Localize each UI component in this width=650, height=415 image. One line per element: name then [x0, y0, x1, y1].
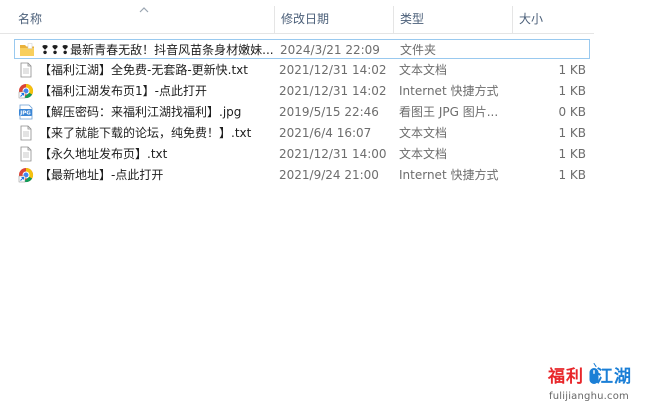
jpg-image-icon: JPG: [19, 104, 33, 120]
file-size: 1 KB: [558, 84, 586, 98]
file-type: 文本文档: [399, 147, 448, 161]
file-row-folder[interactable]: ❢❢❢最新青春无敌！抖音风苗条身材嫩妹... 2024/3/21 22:09 文…: [14, 39, 590, 59]
column-header-type[interactable]: 类型: [393, 6, 511, 33]
file-type: 文本文档: [399, 63, 448, 77]
svg-text:JPG: JPG: [19, 111, 31, 117]
file-row-shortcut[interactable]: 【福利江湖发布页1】-点此打开 2021/12/31 14:02 Interne…: [14, 81, 590, 101]
text-file-icon: [20, 62, 32, 78]
file-date: 2021/12/31 14:02: [279, 84, 387, 98]
watermark-part2: 江湖: [596, 367, 632, 387]
file-name: 【解压密码：来福利江湖找福利】.jpg: [39, 105, 242, 119]
file-type: 看图王 JPG 图片...: [399, 105, 499, 119]
file-row-txt[interactable]: 【来了就能下载的论坛，纯免费！】.txt 2021/6/4 16:07 文本文档…: [14, 123, 590, 143]
file-row-shortcut[interactable]: 【最新地址】-点此打开 2021/9/24 21:00 Internet 快捷方…: [14, 165, 590, 185]
file-type: Internet 快捷方式: [399, 168, 499, 182]
file-row-jpg[interactable]: JPG 【解压密码：来福利江湖找福利】.jpg 2019/5/15 22:46 …: [14, 102, 590, 122]
file-type: 文本文档: [399, 126, 448, 140]
file-size: 1 KB: [558, 147, 586, 161]
watermark-part1: 福利: [548, 367, 584, 387]
watermark-logo: 福利 江湖 fulijianghu.com: [548, 362, 640, 410]
file-name: 【福利江湖】全免费-无套路-更新快.txt: [39, 63, 248, 77]
watermark-url: fulijianghu.com: [549, 391, 629, 402]
file-row-txt[interactable]: 【永久地址发布页】.txt 2021/12/31 14:00 文本文档 1 KB: [14, 144, 590, 164]
file-date: 2024/3/21 22:09: [280, 43, 380, 57]
text-file-icon: [20, 146, 32, 162]
file-name: 【来了就能下载的论坛，纯免费！】.txt: [39, 126, 252, 140]
file-size: 1 KB: [558, 168, 586, 182]
file-date: 2021/6/4 16:07: [279, 126, 372, 140]
file-date: 2021/9/24 21:00: [279, 168, 379, 182]
file-size: 1 KB: [558, 63, 586, 77]
file-date: 2019/5/15 22:46: [279, 105, 379, 119]
column-header-date-modified[interactable]: 修改日期: [274, 6, 392, 33]
file-name: 【福利江湖发布页1】-点此打开: [39, 84, 207, 98]
file-row-txt[interactable]: 【福利江湖】全免费-无套路-更新快.txt 2021/12/31 14:02 文…: [14, 60, 590, 80]
file-name: 【永久地址发布页】.txt: [39, 147, 168, 161]
mouse-icon: [589, 363, 599, 384]
text-file-icon: [20, 125, 32, 141]
file-size: [525, 40, 587, 60]
file-date: 2021/12/31 14:02: [279, 63, 387, 77]
file-type: Internet 快捷方式: [399, 84, 499, 98]
column-header-size[interactable]: 大小: [512, 6, 594, 33]
column-header-name[interactable]: 名称: [12, 6, 272, 33]
file-size: 1 KB: [558, 126, 586, 140]
file-name: 【最新地址】-点此打开: [39, 168, 164, 182]
internet-shortcut-icon: [18, 83, 34, 99]
file-type: 文件夹: [400, 43, 437, 57]
internet-shortcut-icon: [18, 167, 34, 183]
folder-icon: [20, 43, 34, 56]
file-date: 2021/12/31 14:00: [279, 147, 387, 161]
column-header-bar: 名称 修改日期 类型 大小: [0, 6, 594, 34]
file-size: 0 KB: [558, 105, 586, 119]
file-name: ❢❢❢最新青春无敌！抖音风苗条身材嫩妹...: [40, 43, 274, 57]
